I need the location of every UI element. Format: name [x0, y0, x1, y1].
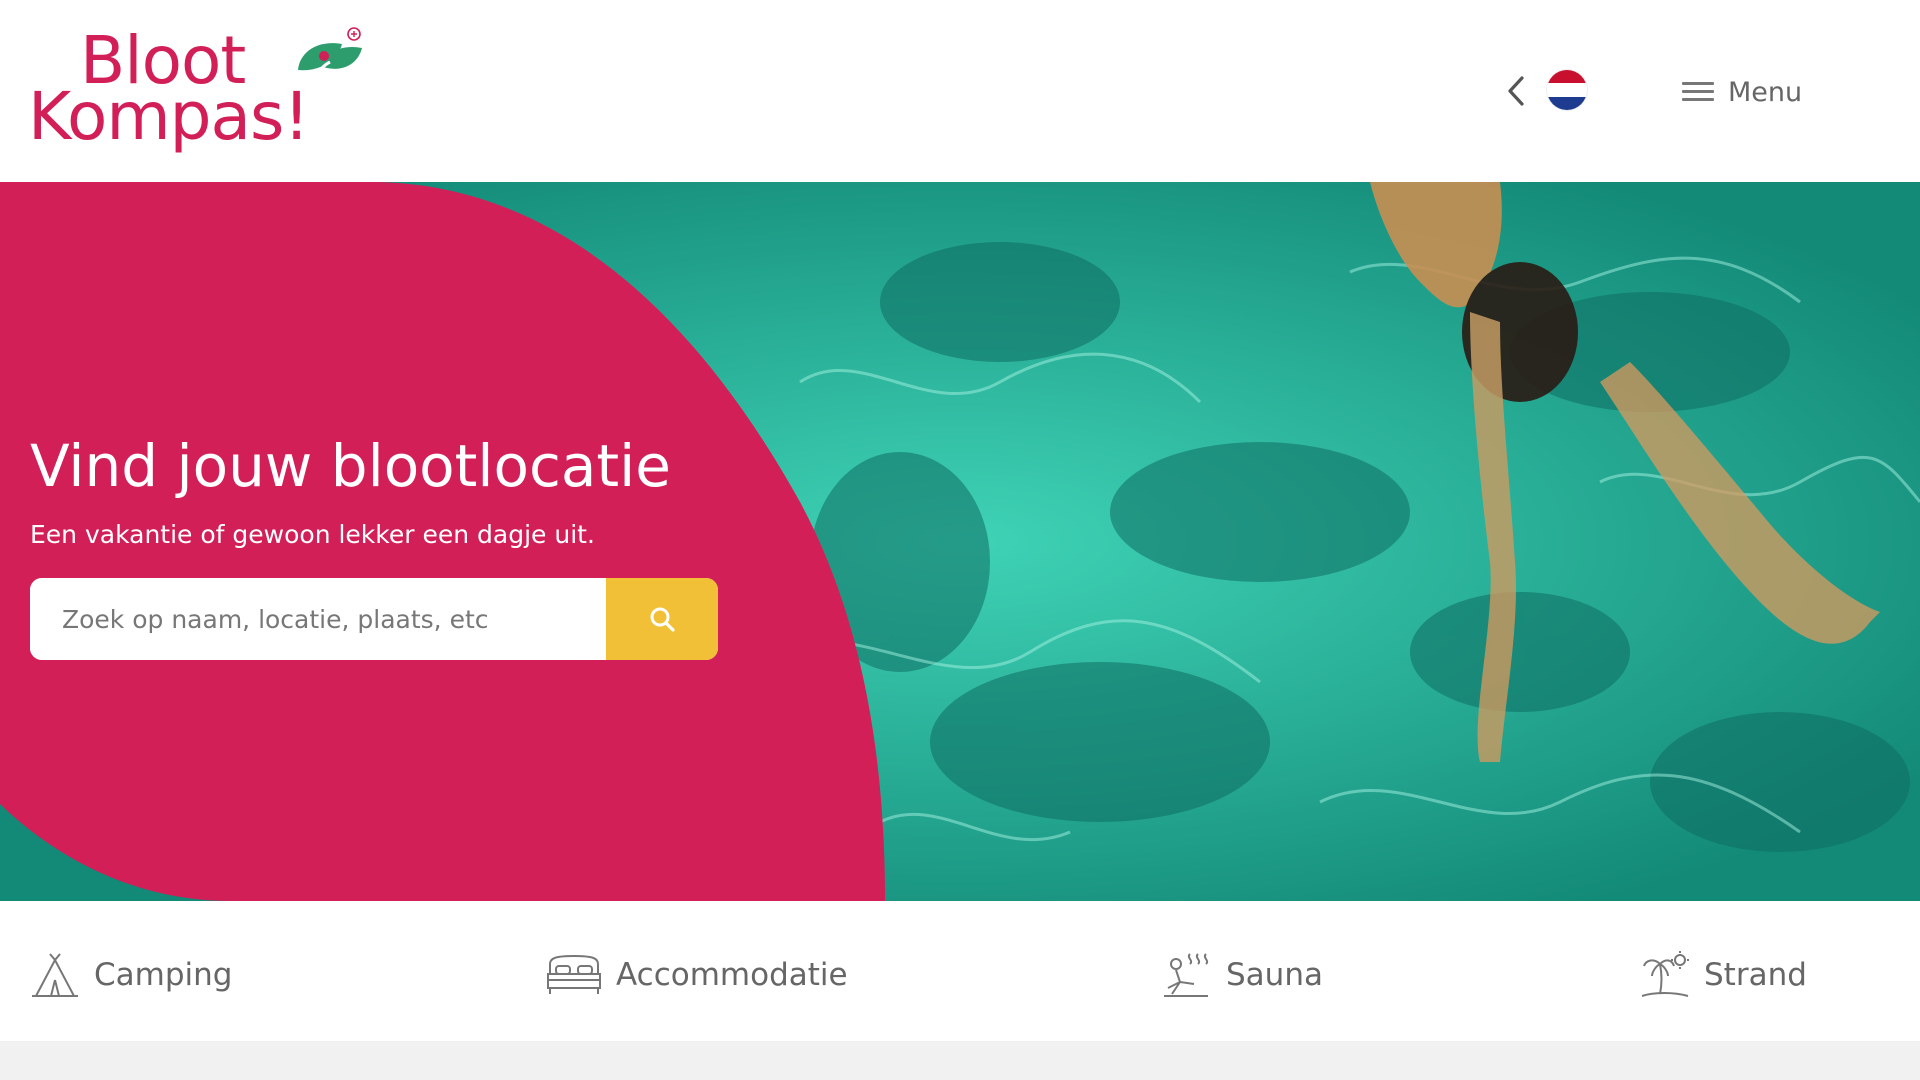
category-label: Strand	[1704, 957, 1807, 993]
hamburger-icon	[1682, 82, 1714, 102]
menu-label: Menu	[1728, 76, 1803, 108]
category-bar: Camping Accommodatie Sauna Strand	[0, 901, 1920, 1041]
menu-button[interactable]: Menu	[1682, 72, 1802, 112]
site-header: Bloot Kompas! Menu	[0, 0, 1920, 182]
search-bar	[30, 578, 718, 660]
bottom-strip	[0, 1041, 1920, 1080]
category-strand[interactable]: Strand	[1640, 945, 1807, 1005]
search-input[interactable]	[30, 578, 606, 660]
hero-title: Vind jouw blootlocatie	[30, 432, 671, 500]
flag-nl-icon[interactable]	[1547, 70, 1587, 110]
logo-line-2: Kompas!	[28, 78, 310, 155]
search-button[interactable]	[606, 578, 718, 660]
category-label: Camping	[94, 957, 233, 993]
palm-beach-icon	[1641, 951, 1689, 997]
hero-section: Vind jouw blootlocatie Een vakantie of g…	[0, 182, 1920, 901]
bed-icon	[547, 954, 601, 994]
category-label: Sauna	[1226, 957, 1323, 993]
tent-icon	[32, 953, 78, 997]
hero-subtitle: Een vakantie of gewoon lekker een dagje …	[30, 520, 595, 549]
category-accommodatie[interactable]: Accommodatie	[546, 945, 848, 1005]
category-sauna[interactable]: Sauna	[1162, 945, 1323, 1005]
brand-logo[interactable]: Bloot Kompas!	[28, 20, 368, 160]
logo-leaf-icon	[298, 27, 362, 79]
search-icon	[650, 607, 675, 632]
sauna-icon	[1164, 953, 1209, 997]
chevron-left-icon[interactable]	[1504, 74, 1528, 108]
category-label: Accommodatie	[616, 957, 848, 993]
category-camping[interactable]: Camping	[30, 945, 232, 1005]
